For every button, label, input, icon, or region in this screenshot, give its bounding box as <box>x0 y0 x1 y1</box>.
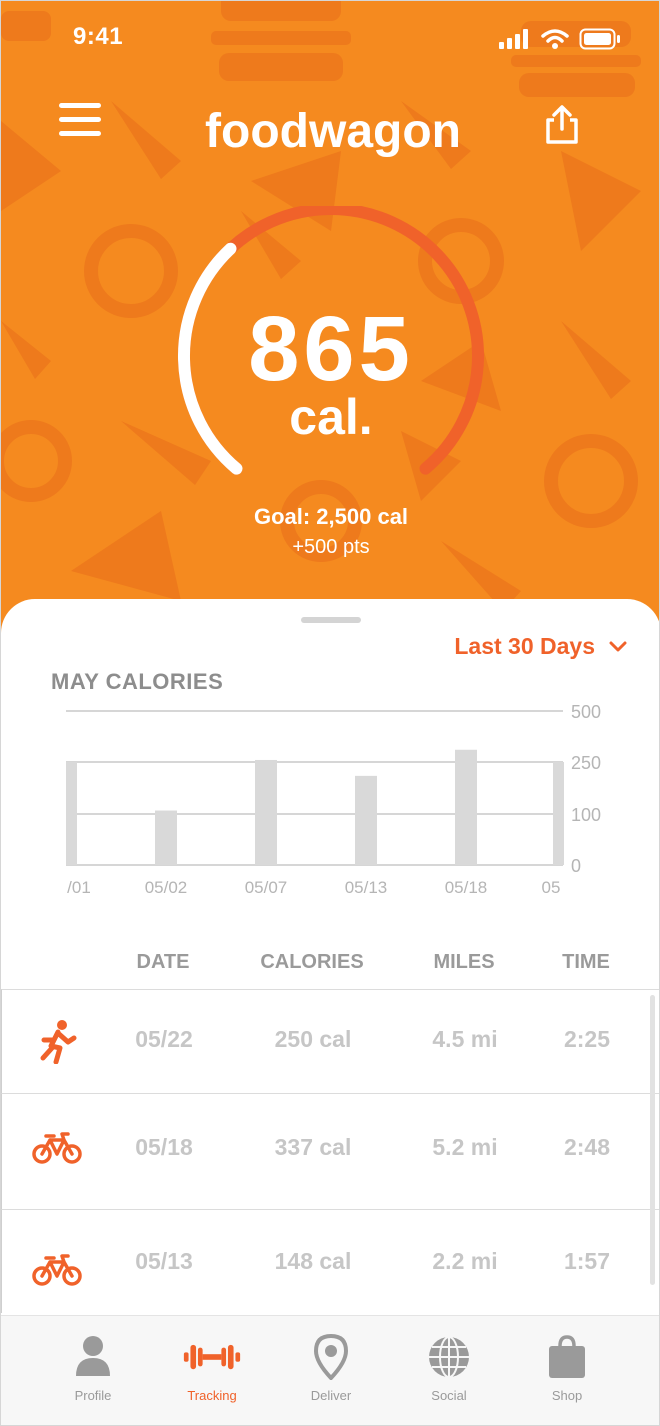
column-header-calories: CALORIES <box>260 951 364 973</box>
row-date: 05/18 <box>135 1134 193 1160</box>
y-tick-label: 0 <box>571 856 581 876</box>
y-tick-label: 100 <box>571 805 601 825</box>
tab-shop[interactable]: Shop <box>507 1316 627 1416</box>
chart-bar <box>66 762 77 865</box>
tab-bar: Profile Tracking Deliver Social Shop <box>1 1315 659 1425</box>
row-time: 2:48 <box>563 1134 611 1160</box>
y-tick-label: 500 <box>571 702 601 722</box>
x-tick-label: /01 <box>67 878 91 897</box>
running-icon <box>40 1020 77 1064</box>
tab-deliver[interactable]: Deliver <box>271 1316 391 1416</box>
share-icon[interactable] <box>543 105 581 145</box>
activity-row[interactable]: 05/22 250 cal 4.5 mi 2:25 <box>1 989 659 1093</box>
column-header-time: TIME <box>562 951 610 973</box>
tab-social[interactable]: Social <box>389 1316 509 1416</box>
tab-label: Profile <box>74 1388 112 1403</box>
tab-tracking[interactable]: Tracking <box>152 1316 272 1416</box>
chart-bar <box>455 749 477 865</box>
wifi-icon <box>541 29 569 49</box>
sheet-drag-handle[interactable] <box>301 617 361 623</box>
row-date: 05/22 <box>135 1026 193 1052</box>
row-date: 05/13 <box>135 1248 193 1274</box>
dumbbell-icon <box>183 1344 241 1370</box>
row-calories: 148 cal <box>274 1248 352 1274</box>
calorie-unit: cal. <box>289 389 373 445</box>
date-range-dropdown[interactable]: Last 30 Days <box>454 633 627 660</box>
cellular-signal-icon <box>499 29 528 49</box>
calories-bar-chart: 500 250 100 0/01 05/02 05/07 05/13 05/18 05 <box>66 702 601 897</box>
x-tick-label: 05/13 <box>345 878 388 897</box>
stats-sheet: Last 30 Days MAY CALORIES 500 250 100 0/01 0… <box>1 599 659 1425</box>
activity-list: 05/22 250 cal 4.5 mi 2:25 05/18 337 cal … <box>1 989 659 1313</box>
row-miles: 5.2 mi <box>432 1134 498 1160</box>
tab-label: Tracking <box>187 1388 237 1403</box>
x-tick-label: 05/07 <box>245 878 288 897</box>
tab-profile[interactable]: Profile <box>33 1316 153 1416</box>
row-miles: 2.2 mi <box>432 1248 498 1274</box>
activity-row[interactable]: 05/13 148 cal 2.2 mi 1:57 <box>1 1209 659 1313</box>
person-icon <box>76 1336 110 1376</box>
chevron-down-icon <box>609 641 627 651</box>
date-range-label: Last 30 Days <box>454 633 595 659</box>
points-earned: +500 pts <box>292 536 370 558</box>
row-calories: 337 cal <box>274 1134 352 1160</box>
table-header: DATE CALORIES MILES TIME <box>1 951 659 981</box>
tab-label: Shop <box>551 1388 583 1403</box>
row-time: 2:25 <box>563 1026 611 1052</box>
globe-icon <box>429 1336 469 1378</box>
x-tick-label: 05 <box>542 878 561 897</box>
status-bar: 9:41 <box>1 1 659 77</box>
calorie-count: 865 <box>248 298 414 400</box>
y-tick-label: 250 <box>571 753 601 773</box>
tab-label: Deliver <box>310 1388 352 1403</box>
x-tick-label: 05/02 <box>145 878 188 897</box>
app-screen: 9:41 foodwagon 865 cal. Goal: 2,500 cal … <box>0 0 660 1426</box>
tab-label: Social <box>431 1388 467 1403</box>
bicycle-icon <box>32 1254 82 1286</box>
row-calories: 250 cal <box>274 1026 352 1052</box>
calorie-goal: Goal: 2,500 cal <box>253 504 409 529</box>
bicycle-icon <box>32 1132 82 1164</box>
chart-bar <box>355 775 377 865</box>
foodwagon-logo: foodwagon <box>205 105 461 158</box>
status-time: 9:41 <box>73 23 124 50</box>
chart-bar <box>255 759 277 865</box>
row-time: 1:57 <box>563 1248 611 1274</box>
chart-bar <box>155 810 177 865</box>
brand-name: foodwagon <box>205 105 461 158</box>
x-tick-label: 05/18 <box>445 878 488 897</box>
list-scrollbar[interactable] <box>650 995 655 1285</box>
column-header-miles: MILES <box>433 951 495 973</box>
column-header-date: DATE <box>136 951 190 973</box>
shopping-bag-icon <box>549 1335 585 1378</box>
row-miles: 4.5 mi <box>432 1026 498 1052</box>
chart-title: MAY CALORIES <box>51 669 224 694</box>
chart-bar <box>553 762 564 865</box>
map-pin-icon <box>313 1334 349 1380</box>
hero-section: 9:41 foodwagon 865 cal. Goal: 2,500 cal … <box>1 1 659 641</box>
menu-icon[interactable] <box>59 101 101 139</box>
status-icons <box>499 28 621 50</box>
activity-row[interactable]: 05/18 337 cal 5.2 mi 2:48 <box>1 1093 659 1209</box>
battery-icon <box>579 28 620 50</box>
